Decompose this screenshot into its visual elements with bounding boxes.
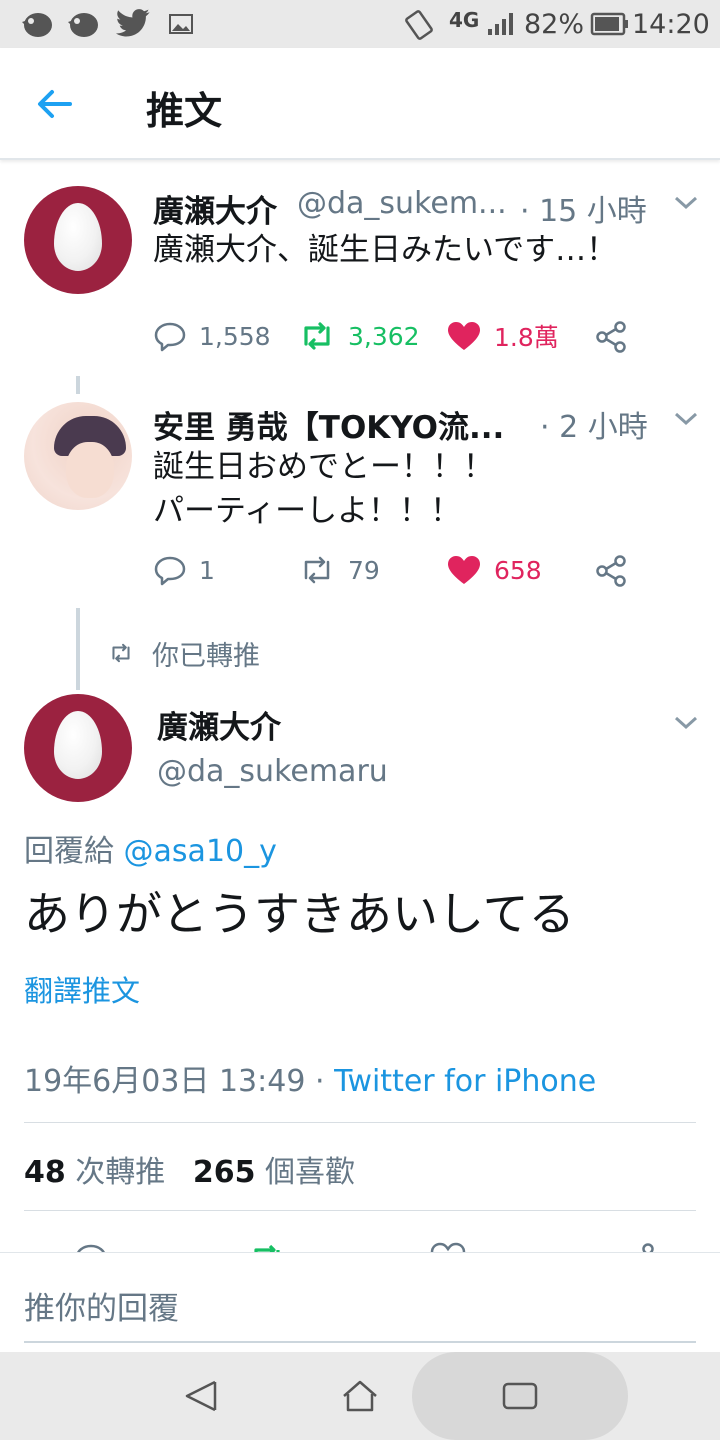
rotate-icon bbox=[405, 10, 433, 40]
status-bar: 4G 82% 14:20 bbox=[0, 0, 720, 48]
tweet-author-handle[interactable]: @da_sukem... bbox=[297, 186, 507, 221]
recents-button[interactable] bbox=[412, 1352, 628, 1440]
egg-avatar-icon bbox=[54, 711, 102, 779]
like-button[interactable]: 658 bbox=[446, 550, 542, 590]
avatar[interactable] bbox=[24, 402, 132, 510]
like-total: 265 bbox=[192, 1155, 256, 1190]
page-title: 推文 bbox=[146, 89, 223, 133]
like-count: 1.8萬 bbox=[494, 323, 559, 352]
tweet-time: · 15 小時 bbox=[520, 194, 647, 229]
app-bar: 推文 bbox=[0, 48, 720, 160]
reply-icon bbox=[154, 556, 186, 586]
client-link[interactable]: Twitter for iPhone bbox=[334, 1064, 596, 1099]
reply-input[interactable]: 推你的回覆 bbox=[24, 1283, 179, 1328]
retweet-total-label: 次轉推 bbox=[75, 1155, 166, 1190]
back-icon[interactable] bbox=[182, 1378, 220, 1414]
tweet-author-name[interactable]: 安里 勇哉【TOKYO流... bbox=[153, 402, 504, 447]
signal-icon bbox=[488, 13, 513, 35]
retweet-icon bbox=[112, 643, 130, 663]
divider bbox=[24, 1122, 696, 1123]
chevron-down-icon[interactable] bbox=[673, 411, 699, 427]
tweet-author-name[interactable]: 廣瀬大介 bbox=[157, 702, 281, 747]
retweet-icon bbox=[304, 322, 330, 350]
tweet-author-handle[interactable]: @da_sukemaru bbox=[157, 754, 388, 789]
retweet-stat[interactable]: 48 次轉推 bbox=[24, 1155, 175, 1190]
meta-separator: · bbox=[314, 1064, 325, 1099]
reply-to-line: 回覆給 @asa10_y bbox=[24, 826, 277, 870]
clock: 14:20 bbox=[632, 9, 710, 40]
retweet-icon[interactable] bbox=[248, 1242, 286, 1252]
battery-icon bbox=[590, 12, 628, 36]
tweet-date: 19年6月03日 13:49 bbox=[24, 1064, 306, 1099]
reply-composer: 推你的回覆 bbox=[0, 1252, 720, 1352]
translate-tweet-link[interactable]: 翻譯推文 bbox=[24, 968, 140, 1010]
system-nav-bar bbox=[0, 1352, 720, 1440]
tweet-text: パーティーしよ！！！ bbox=[153, 493, 462, 529]
chevron-down-icon[interactable] bbox=[673, 195, 699, 211]
tweet-meta: 19年6月03日 13:49 · Twitter for iPhone bbox=[24, 1056, 596, 1100]
battery-percent: 82% bbox=[524, 9, 585, 40]
share-icon[interactable] bbox=[594, 320, 628, 354]
reply-button[interactable]: 1 bbox=[153, 550, 215, 590]
tweet-text: 誕生日おめでとー！！！ bbox=[153, 449, 494, 485]
heart-icon bbox=[448, 322, 480, 350]
retweet-count: 79 bbox=[348, 555, 380, 585]
engagement-stats: 48 次轉推 265 個喜歡 bbox=[24, 1147, 355, 1191]
reply-to-handle-link[interactable]: @asa10_y bbox=[124, 834, 277, 869]
reply-icon bbox=[154, 322, 186, 352]
heart-icon[interactable] bbox=[430, 1242, 466, 1252]
reply-to-label: 回覆給 bbox=[24, 834, 114, 869]
divider bbox=[24, 1210, 696, 1211]
retweet-button[interactable]: 79 bbox=[298, 550, 380, 590]
like-button[interactable]: 1.8萬 bbox=[446, 316, 559, 356]
thread-connector bbox=[76, 376, 80, 394]
recents-icon bbox=[502, 1382, 538, 1410]
reply-count: 1 bbox=[199, 555, 215, 585]
focused-action-row bbox=[0, 1238, 720, 1252]
like-stat[interactable]: 265 個喜歡 bbox=[193, 1155, 355, 1190]
share-icon[interactable] bbox=[594, 554, 628, 588]
twitter-icon bbox=[116, 9, 150, 37]
thread-connector bbox=[76, 608, 80, 690]
tweet-text: 廣瀬大介、誕生日みたいです…！ bbox=[153, 232, 618, 268]
network-type: 4G bbox=[449, 8, 480, 32]
share-icon[interactable] bbox=[622, 1242, 656, 1252]
retweet-button[interactable]: 3,362 bbox=[298, 316, 420, 356]
retweet-total: 48 bbox=[24, 1155, 66, 1190]
avatar[interactable] bbox=[24, 186, 132, 294]
retweet-count: 3,362 bbox=[348, 321, 420, 351]
retweet-icon bbox=[304, 556, 330, 584]
tweet-author-name[interactable]: 廣瀬大介 bbox=[153, 186, 277, 231]
like-count: 658 bbox=[494, 555, 542, 585]
reply-count: 1,558 bbox=[199, 321, 271, 351]
like-total-label: 個喜歡 bbox=[265, 1155, 356, 1190]
avatar[interactable] bbox=[24, 694, 132, 802]
reply-icon[interactable] bbox=[74, 1242, 108, 1252]
retweeted-label: 你已轉推 bbox=[152, 641, 260, 672]
focused-tweet-text: ありがとうすきあいしてる bbox=[24, 887, 575, 941]
image-icon bbox=[169, 14, 193, 34]
egg-avatar-icon bbox=[54, 203, 102, 271]
bird-app-icon bbox=[22, 13, 52, 37]
heart-icon bbox=[448, 556, 480, 584]
reply-button[interactable]: 1,558 bbox=[153, 316, 271, 356]
reply-input-underline bbox=[24, 1341, 696, 1343]
home-icon[interactable] bbox=[340, 1378, 380, 1414]
chevron-down-icon[interactable] bbox=[673, 715, 699, 731]
bird-app-icon bbox=[68, 13, 98, 37]
tweet-time: · 2 小時 bbox=[540, 410, 648, 445]
back-arrow-icon[interactable] bbox=[30, 84, 80, 124]
